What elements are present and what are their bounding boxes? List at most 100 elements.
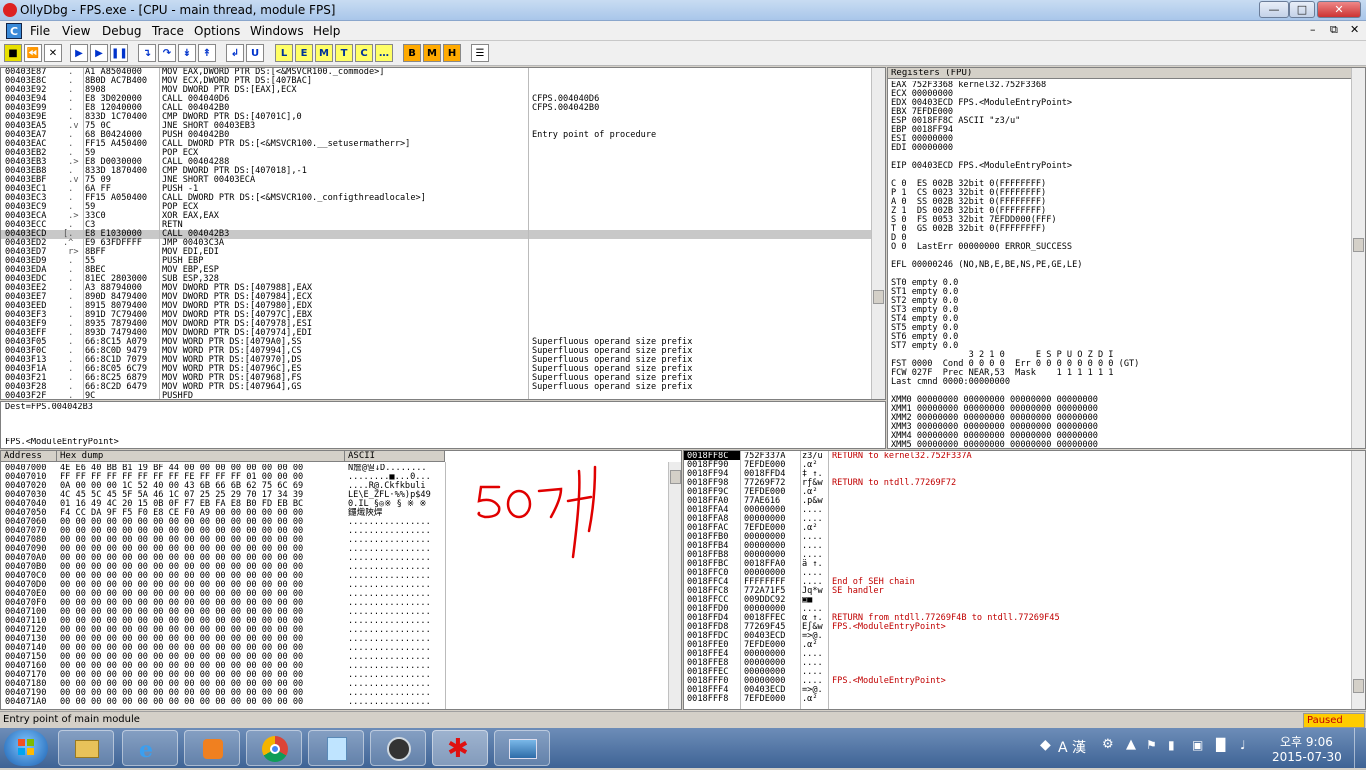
open-icon[interactable]: ■ bbox=[4, 44, 22, 62]
show-hidden-icons[interactable]: ▲ bbox=[1126, 737, 1136, 752]
taskbar-explorer[interactable] bbox=[58, 730, 114, 766]
breakpoints-window-button[interactable]: B bbox=[403, 44, 421, 62]
menu-view[interactable]: View bbox=[62, 24, 90, 38]
minimize-button[interactable]: — bbox=[1259, 1, 1289, 18]
picture-icon bbox=[509, 739, 537, 759]
close-debuggee-icon[interactable]: ✕ bbox=[44, 44, 62, 62]
status-paused-badge: Paused bbox=[1303, 713, 1365, 728]
dump-scroll-thumb[interactable] bbox=[670, 470, 681, 484]
folder-icon bbox=[75, 740, 99, 758]
threads-window-button[interactable]: T bbox=[335, 44, 353, 62]
menu-trace[interactable]: Trace bbox=[152, 24, 184, 38]
taskbar-ollydbg[interactable]: ✱ bbox=[432, 730, 488, 766]
taskbar-media[interactable] bbox=[184, 730, 240, 766]
volume-icon[interactable]: ♩ bbox=[1240, 738, 1246, 752]
usb-icon[interactable]: ▮ bbox=[1168, 738, 1175, 752]
monitor-icon[interactable]: ▣ bbox=[1192, 738, 1203, 752]
list-icon[interactable]: ☰ bbox=[471, 44, 489, 62]
modules-window-button[interactable]: E bbox=[295, 44, 313, 62]
column-divider bbox=[159, 68, 160, 399]
disassembly-pane[interactable]: 00403E87 00403E8C 00403E92 00403E94 0040… bbox=[0, 67, 886, 400]
clock-time[interactable]: 오후 9:06 bbox=[1280, 733, 1333, 750]
step-over-icon[interactable]: ↷ bbox=[158, 44, 176, 62]
log-window-button[interactable]: L bbox=[275, 44, 293, 62]
notepad-icon bbox=[327, 737, 347, 761]
window-title: OllyDbg - FPS.exe - [CPU - main thread, … bbox=[20, 3, 336, 17]
maximize-button[interactable]: □ bbox=[1289, 1, 1315, 18]
registers-scrollbar[interactable] bbox=[1351, 68, 1365, 448]
taskbar-chrome[interactable] bbox=[246, 730, 302, 766]
stack-comments: RETURN to kernel32.752F337A RETURN to nt… bbox=[832, 452, 1060, 686]
menu-options[interactable]: Options bbox=[194, 24, 240, 38]
status-message: Entry point of main module bbox=[3, 714, 140, 725]
menu-debug[interactable]: Debug bbox=[102, 24, 141, 38]
hardware-breakpoints-button[interactable]: H bbox=[443, 44, 461, 62]
dump-scrollbar[interactable] bbox=[668, 462, 681, 709]
menu-file[interactable]: File bbox=[30, 24, 50, 38]
info-module: FPS.<ModuleEntryPoint> bbox=[5, 438, 119, 447]
step-into-icon[interactable]: ↴ bbox=[138, 44, 156, 62]
stack-scrollbar[interactable] bbox=[1351, 451, 1365, 709]
menu-help[interactable]: Help bbox=[313, 24, 340, 38]
run-icon[interactable]: ▶ bbox=[70, 44, 88, 62]
trace-into-icon[interactable]: ↡ bbox=[178, 44, 196, 62]
ime-indicator[interactable]: A 漢 bbox=[1058, 737, 1086, 757]
taskbar-ie[interactable]: e bbox=[122, 730, 178, 766]
stack-pane[interactable]: 0018FF8C 0018FF90 0018FF94 0018FF98 0018… bbox=[683, 450, 1366, 710]
disasm-jump-marks: . . . . . . .v . . . .> . .v . . . .> . … bbox=[63, 68, 79, 400]
windows-logo-icon bbox=[18, 739, 34, 755]
disasm-scrollbar[interactable] bbox=[871, 68, 885, 399]
language-indicator-icon[interactable]: ◆ bbox=[1040, 737, 1051, 753]
registers-scroll-thumb[interactable] bbox=[1353, 238, 1364, 252]
execute-till-return-icon[interactable]: ↲ bbox=[226, 44, 244, 62]
player-icon bbox=[387, 737, 411, 761]
show-desktop-button[interactable] bbox=[1354, 728, 1366, 768]
memory-breakpoints-button[interactable]: M bbox=[423, 44, 441, 62]
dump-addresses: 00407000 00407010 00407020 00407030 0040… bbox=[5, 464, 47, 707]
ime-settings-icon[interactable]: ⚙ bbox=[1102, 737, 1114, 752]
restart-icon[interactable]: ⏪ bbox=[24, 44, 42, 62]
registers-pane[interactable]: Registers (FPU) EAX 752F3368 kernel32.75… bbox=[887, 67, 1366, 449]
clock-date[interactable]: 2015-07-30 bbox=[1272, 750, 1342, 764]
flag-icon[interactable]: ⚑ bbox=[1146, 738, 1157, 752]
mdi-restore-icon[interactable]: ⧉ bbox=[1330, 23, 1338, 37]
disasm-addresses: 00403E87 00403E8C 00403E92 00403E94 0040… bbox=[5, 68, 47, 400]
start-button[interactable] bbox=[4, 730, 48, 766]
taskbar-player[interactable] bbox=[370, 730, 426, 766]
stack-values: 752F337A 7EFDE000 0018FFD4 77269F72 7EFD… bbox=[744, 452, 786, 704]
execute-till-user-icon[interactable]: U bbox=[246, 44, 264, 62]
toolbar: ■ ⏪ ✕ ▶ ▶ ❚❚ ↴ ↷ ↡ ↟ ↲ U L E M T C … B M… bbox=[0, 41, 1366, 66]
column-divider bbox=[800, 451, 801, 709]
patches-window-button[interactable]: … bbox=[375, 44, 393, 62]
dump-ascii: N詹@띨↓D........ ........■...0... ....R@.C… bbox=[348, 464, 431, 707]
status-bar: Entry point of main module Paused bbox=[0, 711, 1366, 728]
stack-top-address: 0018FF8C bbox=[687, 452, 729, 461]
ollydbg-bug-icon: ✱ bbox=[447, 734, 469, 764]
mdi-close-icon[interactable]: ✕ bbox=[1350, 23, 1359, 36]
dump-header-ascii[interactable]: ASCII bbox=[345, 451, 445, 462]
stack-scroll-thumb[interactable] bbox=[1353, 679, 1364, 693]
disasm-scroll-thumb[interactable] bbox=[873, 290, 884, 304]
title-bar: OllyDbg - FPS.exe - [CPU - main thread, … bbox=[0, 0, 1366, 21]
registers-content: EAX 752F3368 kernel32.752F3368 ECX 00000… bbox=[891, 81, 1140, 449]
pause-icon[interactable]: ❚❚ bbox=[110, 44, 128, 62]
disasm-comments: CFPS.004040D6 CFPS.004042B0 Entry point … bbox=[532, 94, 693, 392]
cpu-window-button[interactable]: C bbox=[355, 44, 373, 62]
cpu-window-icon[interactable]: C bbox=[6, 23, 22, 39]
step-run-icon[interactable]: ▶ bbox=[90, 44, 108, 62]
dump-header-address[interactable]: Address bbox=[1, 451, 57, 462]
taskbar-notepad[interactable] bbox=[308, 730, 364, 766]
menu-windows[interactable]: Windows bbox=[250, 24, 304, 38]
taskbar: e ✱ ◆ A 漢 ⚙ ▲ ⚑ ▮ ▣ █ ♩ 오후 9:06 2015-07-… bbox=[0, 728, 1366, 768]
dump-pane[interactable]: Address Hex dump ASCII 00407000 00407010… bbox=[0, 450, 682, 710]
registers-title: Registers (FPU) bbox=[891, 69, 973, 78]
stack-ascii: z3/u .α² ‡ ↑. rƒ&w .α² .p&w .... .... .α… bbox=[802, 452, 823, 704]
network-icon[interactable]: █ bbox=[1216, 738, 1225, 752]
taskbar-image-viewer[interactable] bbox=[494, 730, 550, 766]
mdi-minimize-icon[interactable]: – bbox=[1310, 23, 1316, 36]
dump-header-hex[interactable]: Hex dump bbox=[57, 451, 345, 462]
close-button[interactable]: ✕ bbox=[1317, 1, 1361, 18]
dump-hex: 4E E6 40 BB B1 19 BF 44 00 00 00 00 00 0… bbox=[60, 464, 304, 707]
memory-window-button[interactable]: M bbox=[315, 44, 333, 62]
trace-over-icon[interactable]: ↟ bbox=[198, 44, 216, 62]
